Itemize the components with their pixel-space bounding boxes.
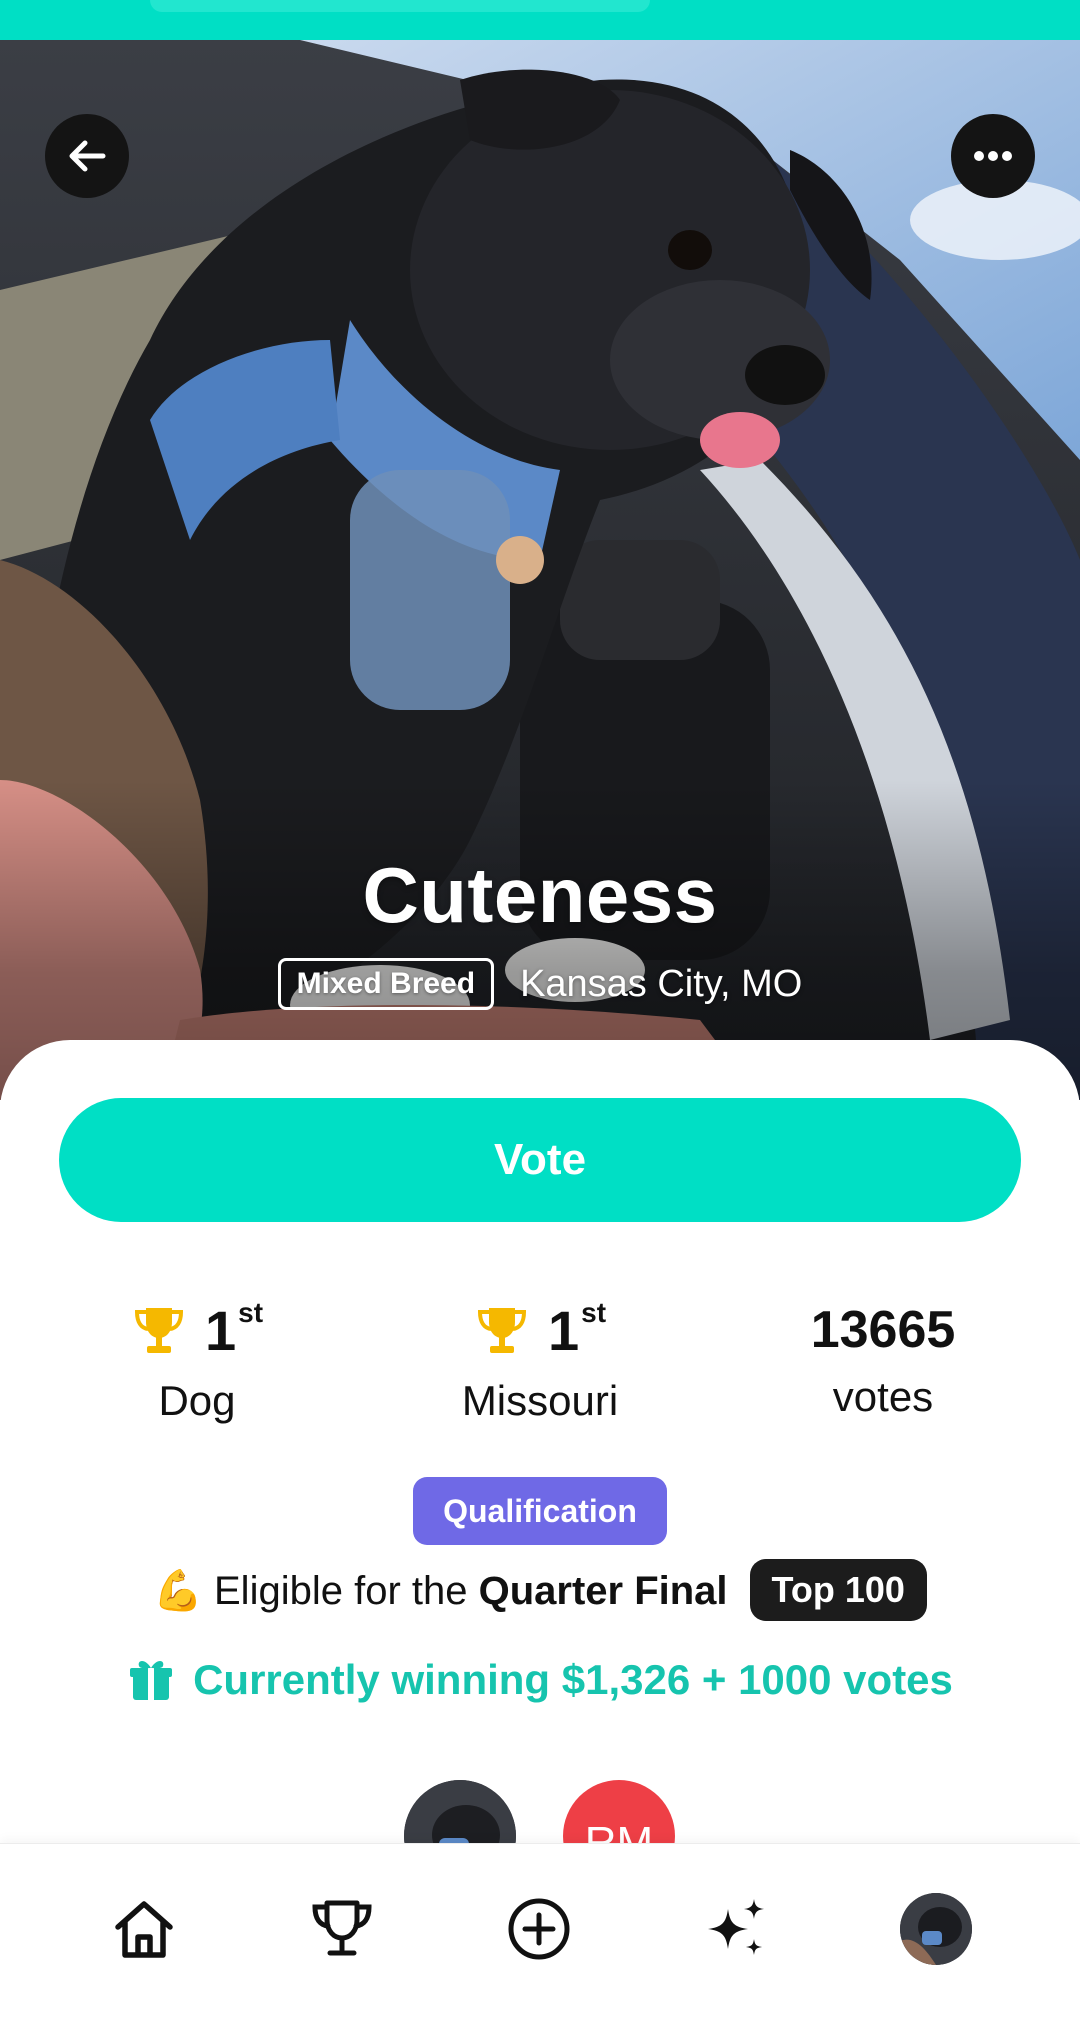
rank-value: 1st [547, 1296, 607, 1362]
home-icon [115, 1901, 173, 1958]
nav-contests[interactable] [297, 1884, 387, 1974]
pet-meta: Mixed Breed Kansas City, MO [0, 958, 1080, 1010]
eligibility-row: 💪 Eligible for the Quarter Final Top 100 [0, 1555, 1080, 1625]
gift-icon [130, 1661, 173, 1700]
stats-row: 1st Dog 1st Missouri 13665 votes [0, 1295, 1080, 1445]
prize-text: Currently winning $1,326 + 1000 votes [193, 1656, 953, 1703]
stat-rank-category: 1st Dog [47, 1295, 347, 1425]
more-options-button[interactable] [951, 114, 1035, 198]
top-bar [0, 0, 1080, 40]
nav-add[interactable] [494, 1884, 584, 1974]
trophy-icon [477, 1308, 526, 1353]
top-100-badge: Top 100 [749, 1559, 927, 1621]
add-circle-icon [508, 1898, 570, 1960]
pet-details-card: Vote 1st Dog 1st Missouri 13665 votes Qu… [0, 1040, 1080, 1940]
nav-profile[interactable] [891, 1884, 981, 1974]
pet-name: Cuteness [362, 851, 718, 939]
rank-category-label: Dog [158, 1377, 236, 1424]
rank-value: 1st [204, 1296, 264, 1362]
stat-votes: 13665 votes [733, 1295, 1033, 1421]
stat-rank-state: 1st Missouri [390, 1295, 690, 1425]
nav-discover[interactable] [693, 1884, 783, 1974]
breed-tag: Mixed Breed [277, 958, 495, 1010]
vote-button[interactable]: Vote [59, 1098, 1021, 1222]
pet-photo: Cuteness Mixed Breed Kansas City, MO [0, 40, 1080, 1100]
profile-avatar [900, 1893, 972, 1965]
pet-location: Kansas City, MO [520, 962, 803, 1005]
more-horizontal-icon [974, 151, 1012, 161]
trophy-outline-icon [312, 1900, 372, 1956]
flexed-biceps-icon: 💪 [153, 1568, 203, 1613]
arrow-left-icon [69, 140, 106, 172]
eligibility-text: 💪 Eligible for the Quarter Final [153, 1568, 728, 1613]
votes-label: votes [832, 1373, 934, 1420]
prize-row: Currently winning $1,326 + 1000 votes [0, 1645, 1080, 1715]
qualification-badge: Qualification [413, 1477, 667, 1545]
search-pill[interactable] [150, 0, 650, 12]
sparkle-icon [708, 1899, 764, 1955]
trophy-icon [134, 1308, 183, 1353]
nav-home[interactable] [99, 1884, 189, 1974]
bottom-navigation [0, 1843, 1080, 2032]
back-button[interactable] [45, 114, 129, 198]
rank-state-label: Missouri [461, 1377, 619, 1424]
vote-count: 13665 [810, 1301, 956, 1359]
